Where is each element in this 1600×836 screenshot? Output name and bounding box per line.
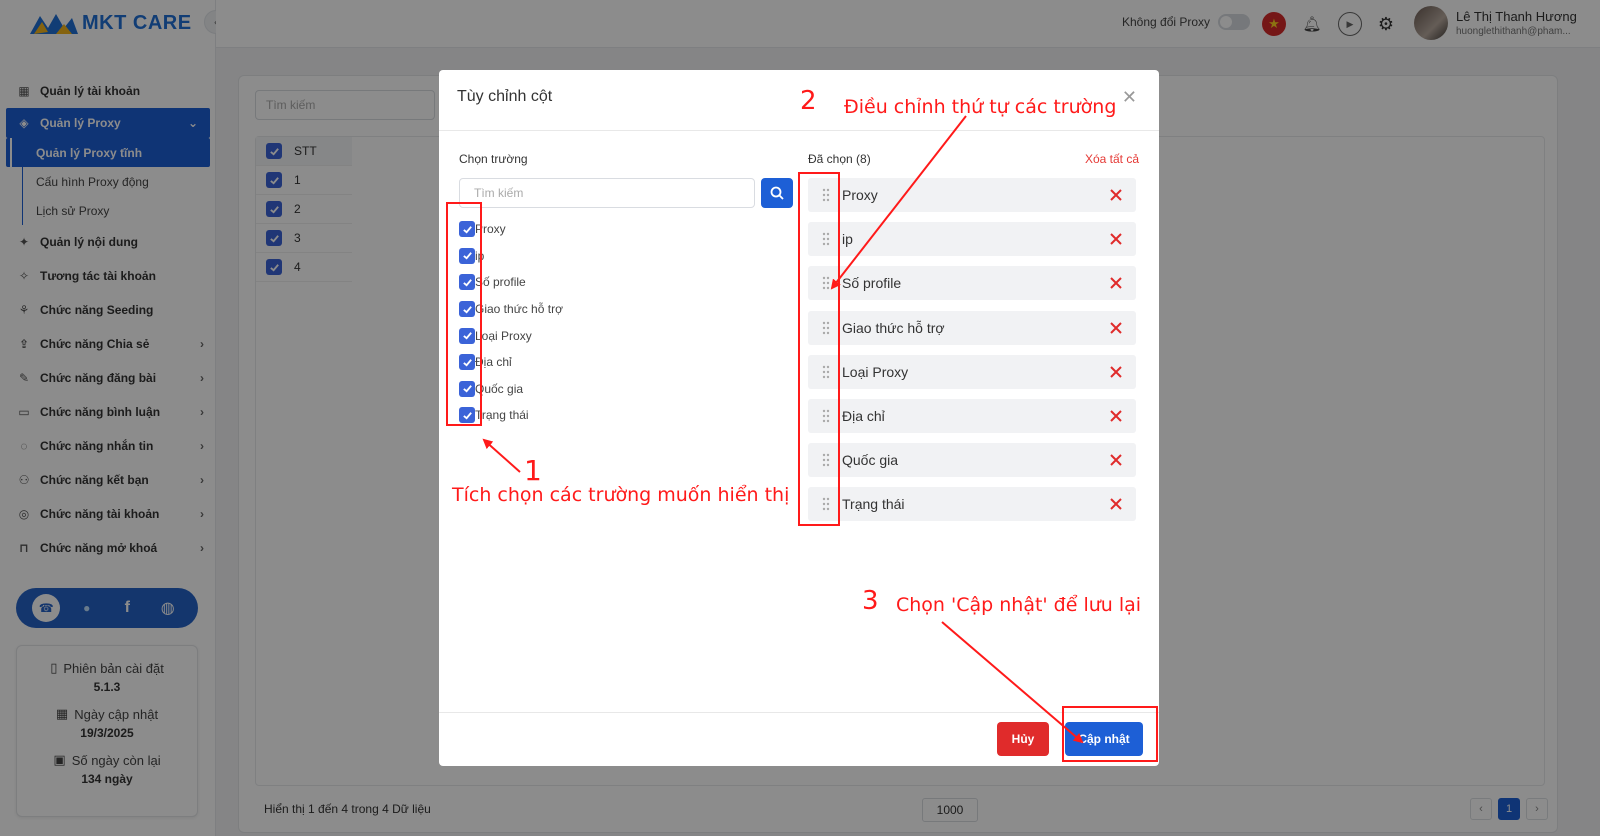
annotation-text-3: Chọn 'Cập nhật' để lưu lại bbox=[896, 594, 1142, 616]
selected-field[interactable]: Quốc gia bbox=[808, 443, 1136, 478]
choose-fields-title: Chọn trường bbox=[459, 152, 528, 166]
annotation-box-update bbox=[1062, 706, 1158, 762]
remove-icon[interactable] bbox=[1106, 273, 1126, 293]
selected-field[interactable]: Trạng thái bbox=[808, 487, 1136, 522]
cancel-button[interactable]: Hủy bbox=[997, 722, 1049, 756]
annotation-step-2: 2 bbox=[800, 86, 817, 116]
annotation-step-3: 3 bbox=[862, 586, 879, 616]
modal-header-divider bbox=[439, 130, 1159, 131]
selected-field-label: Proxy bbox=[842, 187, 878, 203]
selected-fields-list: Proxy ip Số profile Giao thức hỗ trợ Loạ… bbox=[808, 178, 1136, 532]
annotation-box-checkboxes bbox=[446, 202, 482, 426]
clear-all-link[interactable]: Xóa tất cả bbox=[1085, 152, 1139, 166]
selected-field[interactable]: Địa chỉ bbox=[808, 398, 1136, 433]
selected-field-label: Giao thức hỗ trợ bbox=[842, 319, 945, 336]
field-search-input[interactable]: Tìm kiếm bbox=[459, 178, 755, 208]
selected-field-label: Số profile bbox=[842, 275, 902, 292]
annotation-box-drag-handles bbox=[798, 172, 840, 526]
remove-icon[interactable] bbox=[1106, 229, 1126, 249]
selected-field-label: ip bbox=[842, 231, 853, 248]
remove-icon[interactable] bbox=[1106, 406, 1126, 426]
selected-count-title: Đã chọn (8) bbox=[808, 152, 871, 166]
close-icon[interactable]: ✕ bbox=[1122, 88, 1137, 106]
field-label: Số profile bbox=[475, 275, 526, 290]
field-search-button[interactable] bbox=[761, 178, 793, 208]
selected-field[interactable]: Proxy bbox=[808, 178, 1136, 212]
selected-field-label: Loại Proxy bbox=[842, 363, 909, 380]
field-label: Trạng thái bbox=[475, 408, 529, 423]
selected-field-label: Trạng thái bbox=[842, 496, 905, 513]
selected-field[interactable]: Số profile bbox=[808, 266, 1136, 301]
annotation-step-1: 1 bbox=[524, 454, 542, 487]
field-label: Loại Proxy bbox=[475, 328, 532, 343]
selected-field[interactable]: ip bbox=[808, 222, 1136, 257]
selected-field-label: Quốc gia bbox=[842, 452, 899, 469]
remove-icon[interactable] bbox=[1106, 494, 1126, 514]
remove-icon[interactable] bbox=[1106, 362, 1126, 382]
field-label: Quốc gia bbox=[475, 381, 524, 396]
annotation-text-1: Tích chọn các trường muốn hiển thị bbox=[452, 484, 790, 506]
search-icon bbox=[770, 186, 784, 200]
remove-icon[interactable] bbox=[1106, 318, 1126, 338]
remove-icon[interactable] bbox=[1106, 185, 1126, 205]
modal-title: Tùy chỉnh cột bbox=[457, 88, 553, 105]
remove-icon[interactable] bbox=[1106, 450, 1126, 470]
selected-field[interactable]: Giao thức hỗ trợ bbox=[808, 310, 1136, 345]
selected-field-label: Địa chỉ bbox=[842, 407, 885, 424]
annotation-text-2: Điều chỉnh thứ tự các trường bbox=[844, 96, 1117, 118]
selected-field[interactable]: Loại Proxy bbox=[808, 354, 1136, 389]
field-label: Giao thức hỗ trợ bbox=[475, 302, 563, 317]
modal-footer-divider bbox=[439, 712, 1159, 713]
